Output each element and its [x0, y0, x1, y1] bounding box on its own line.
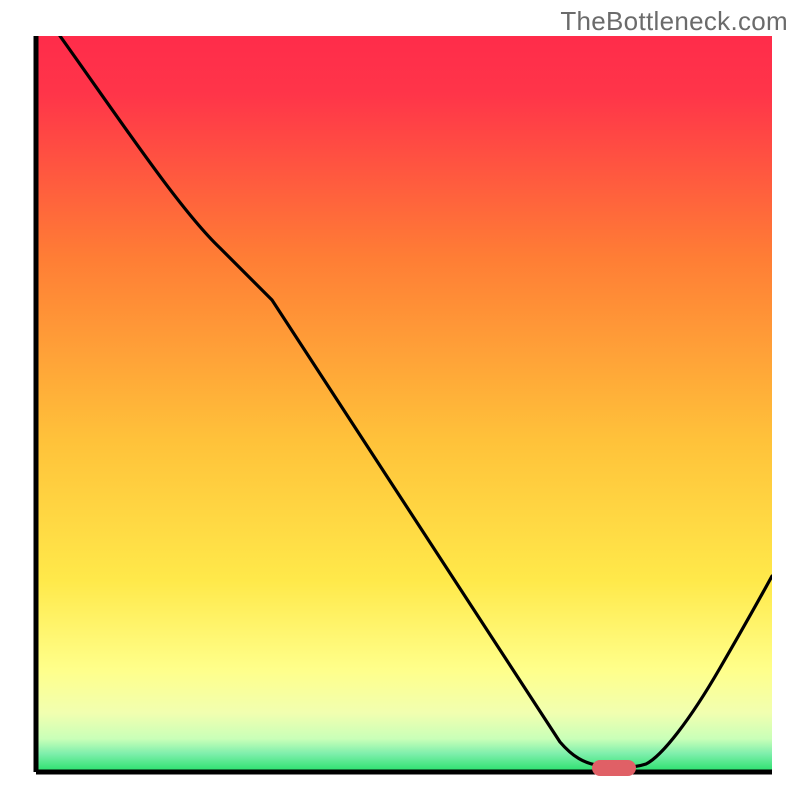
- chart-stage: TheBottleneck.com: [0, 0, 800, 800]
- minimum-marker: [592, 760, 636, 776]
- chart-svg: [0, 0, 800, 800]
- plot-background: [36, 36, 772, 772]
- watermark-text: TheBottleneck.com: [560, 6, 788, 37]
